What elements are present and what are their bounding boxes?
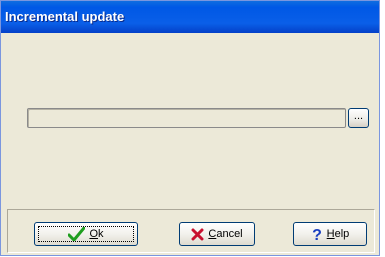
cancel-label: Cancel (208, 228, 243, 240)
focus-rectangle (38, 226, 134, 242)
help-button[interactable]: ? Help (293, 222, 367, 246)
button-panel: Ok Cancel ? Help (7, 209, 375, 253)
title-bar[interactable]: Incremental update (1, 1, 379, 33)
browse-button-label: ... (353, 110, 364, 122)
path-field[interactable] (27, 108, 346, 128)
help-label: Help (326, 228, 350, 240)
cancel-button[interactable]: Cancel (179, 222, 255, 246)
window-title: Incremental update (5, 9, 125, 24)
ok-button[interactable]: Ok (34, 222, 138, 246)
question-mark-icon: ? (311, 226, 323, 242)
red-x-icon (191, 228, 204, 241)
dialog-window: Incremental update ... Ok Cancel ? Help (0, 0, 380, 256)
browse-button[interactable]: ... (348, 108, 369, 128)
svg-text:?: ? (312, 227, 322, 242)
